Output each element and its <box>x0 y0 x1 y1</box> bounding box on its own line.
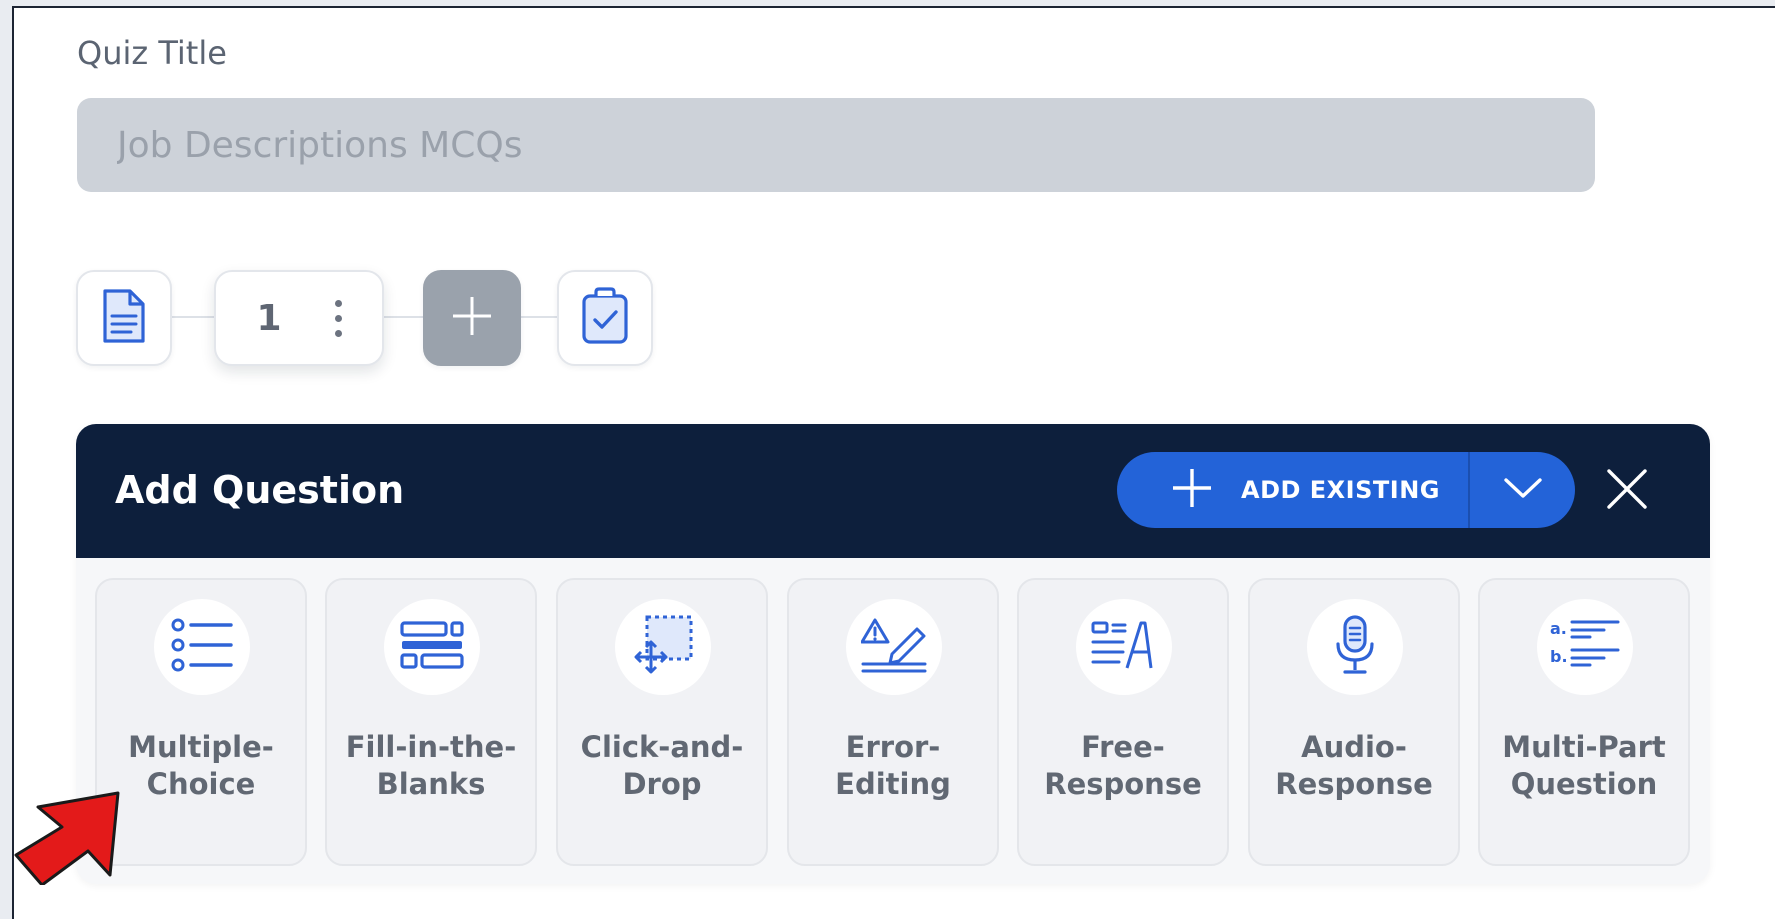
add-question-panel: Add Question ADD EXISTING Multiple- Choi… <box>76 424 1710 884</box>
add-existing-button[interactable]: ADD EXISTING <box>1117 452 1470 528</box>
type-icon-wrapper <box>615 599 711 695</box>
svg-text:b.: b. <box>1550 647 1568 666</box>
drag-drop-icon <box>631 614 695 681</box>
quiz-details-button[interactable] <box>76 270 172 366</box>
free-response-icon <box>1091 620 1157 675</box>
microphone-icon <box>1333 614 1377 681</box>
question-type-label: Click-and- Drop <box>580 730 744 801</box>
quiz-review-button[interactable] <box>557 270 653 366</box>
question-type-click-and-drop[interactable]: Click-and- Drop <box>556 578 768 866</box>
quiz-title-input[interactable] <box>77 98 1595 192</box>
clipboard-check-icon <box>579 286 631 351</box>
error-edit-icon <box>860 617 927 678</box>
add-question-header: Add Question ADD EXISTING <box>76 424 1710 558</box>
question-number: 1 <box>256 297 282 339</box>
nav-connector <box>381 316 425 318</box>
document-icon <box>99 287 149 350</box>
question-type-label: Error- Editing <box>835 730 951 801</box>
add-existing-dropdown-toggle[interactable] <box>1470 452 1575 528</box>
add-existing-split-button: ADD EXISTING <box>1117 452 1575 528</box>
chevron-down-icon <box>1503 476 1543 505</box>
multi-part-icon: a. b. <box>1550 616 1620 679</box>
question-1-button[interactable]: 1 <box>214 270 384 366</box>
add-question-button[interactable] <box>423 270 521 366</box>
question-type-audio-response[interactable]: Audio- Response <box>1248 578 1460 866</box>
more-options-icon[interactable] <box>334 299 342 337</box>
question-type-fill-in-the-blanks[interactable]: Fill-in-the- Blanks <box>325 578 537 866</box>
type-icon-wrapper <box>154 599 250 695</box>
question-type-multiple-choice[interactable]: Multiple- Choice <box>95 578 307 866</box>
nav-connector <box>170 316 216 318</box>
list-icon <box>171 616 233 679</box>
type-icon-wrapper <box>1076 599 1172 695</box>
svg-text:a.: a. <box>1550 619 1567 638</box>
type-icon-wrapper: a. b. <box>1537 599 1633 695</box>
question-type-label: Fill-in-the- Blanks <box>345 730 517 801</box>
type-icon-wrapper <box>846 599 942 695</box>
plus-icon <box>450 294 494 343</box>
question-type-label: Free- Response <box>1044 730 1202 801</box>
close-icon <box>1606 468 1648 515</box>
fill-blanks-icon <box>400 620 464 675</box>
quiz-title-label: Quiz Title <box>77 34 227 72</box>
question-type-error-editing[interactable]: Error- Editing <box>787 578 999 866</box>
plus-icon <box>1171 467 1213 514</box>
close-button[interactable] <box>1602 466 1652 516</box>
question-type-multi-part[interactable]: a. b. Multi-Part Question <box>1478 578 1690 866</box>
add-question-title: Add Question <box>115 468 405 512</box>
add-existing-label: ADD EXISTING <box>1241 476 1440 504</box>
question-type-label: Multiple- Choice <box>128 730 274 801</box>
pointer-arrow-icon <box>14 791 120 885</box>
type-icon-wrapper <box>384 599 480 695</box>
type-icon-wrapper <box>1307 599 1403 695</box>
question-type-free-response[interactable]: Free- Response <box>1017 578 1229 866</box>
nav-connector <box>518 316 560 318</box>
question-type-label: Multi-Part Question <box>1502 730 1666 801</box>
question-type-label: Audio- Response <box>1275 730 1433 801</box>
